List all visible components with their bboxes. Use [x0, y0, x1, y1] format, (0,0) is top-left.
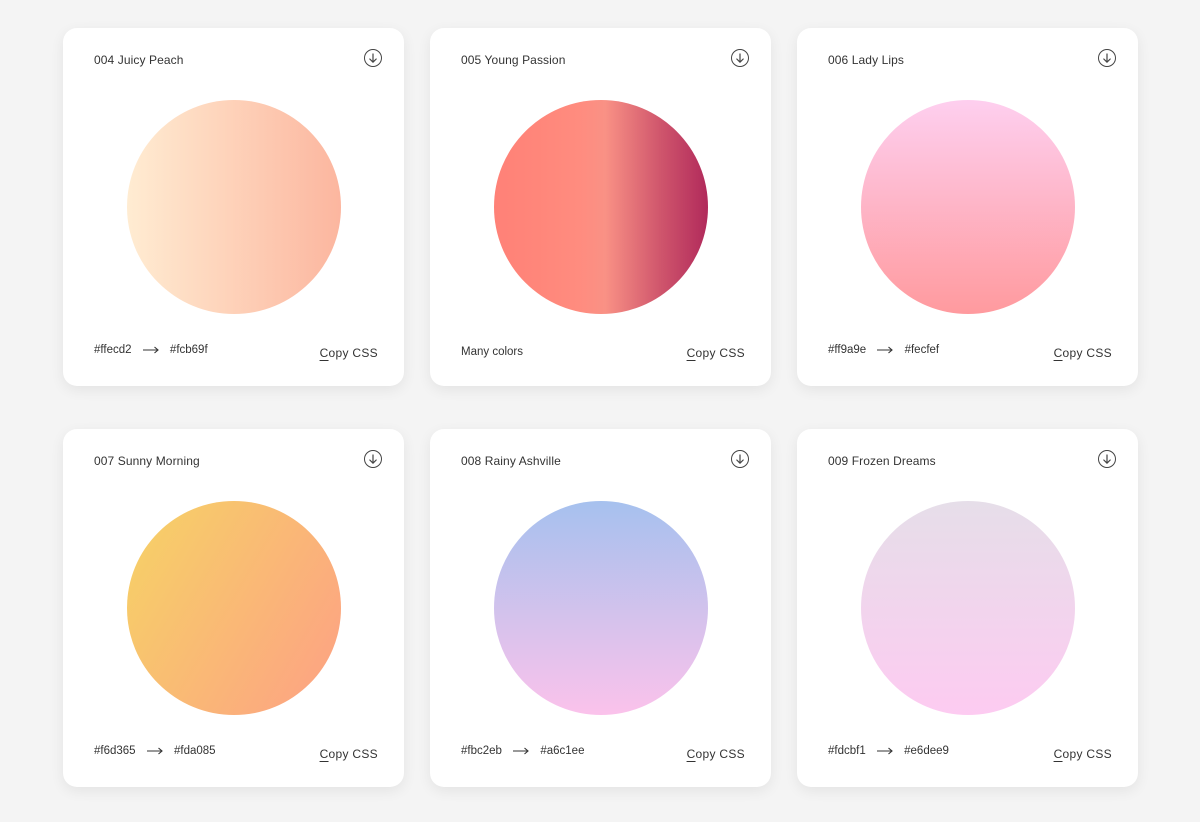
arrow-right-icon — [876, 747, 893, 755]
arrow-right-icon — [142, 346, 159, 354]
color-stops: #fbc2eb #a6c1ee — [461, 745, 584, 757]
card-title: 007 Sunny Morning — [94, 454, 200, 468]
card-title: 004 Juicy Peach — [94, 53, 184, 67]
copy-css-button[interactable]: Copy CSS — [687, 346, 745, 360]
color-to: #a6c1ee — [540, 745, 585, 757]
download-icon[interactable] — [731, 49, 749, 67]
color-from: #fdcbf1 — [828, 745, 866, 757]
color-from: #fbc2eb — [461, 745, 502, 757]
download-icon[interactable] — [731, 450, 749, 468]
color-to: #e6dee9 — [904, 745, 949, 757]
copy-css-button[interactable]: Copy CSS — [320, 747, 378, 761]
gradient-swatch[interactable] — [494, 100, 708, 314]
card-title: 006 Lady Lips — [828, 53, 905, 67]
color-from: #f6d365 — [94, 745, 136, 757]
gradient-swatch[interactable] — [861, 100, 1075, 314]
card-title: 009 Frozen Dreams — [828, 454, 936, 468]
color-stops: #ffecd2 #fcb69f — [94, 344, 208, 356]
gradient-card: 006 Lady Lips #ff9a9e #fecfef Copy CSS — [797, 28, 1138, 386]
color-to: #fcb69f — [169, 344, 208, 356]
color-stops: Many colors — [461, 346, 523, 358]
color-stops: #ff9a9e #fecfef — [828, 344, 939, 356]
download-icon[interactable] — [364, 49, 382, 67]
card-title: 008 Rainy Ashville — [461, 454, 561, 468]
gradient-card: 009 Frozen Dreams #fdcbf1 #e6dee9 Copy C… — [797, 429, 1138, 787]
many-colors-label: Many colors — [461, 346, 523, 358]
gradient-card: 005 Young Passion Many colors Copy CSS — [430, 28, 771, 386]
color-from: #ff9a9e — [828, 344, 867, 356]
download-icon[interactable] — [1098, 49, 1116, 67]
copy-css-button[interactable]: Copy CSS — [687, 747, 745, 761]
color-to: #fecfef — [904, 344, 940, 356]
gradient-card: 004 Juicy Peach #ffecd2 #fcb69f Copy CSS — [63, 28, 404, 386]
card-title: 005 Young Passion — [461, 53, 566, 67]
gradient-card: 007 Sunny Morning #f6d365 #fda085 Copy C… — [63, 429, 404, 787]
color-to: #fda085 — [173, 745, 216, 757]
color-stops: #f6d365 #fda085 — [94, 745, 216, 757]
gradient-swatch[interactable] — [861, 501, 1075, 715]
arrow-right-icon — [877, 346, 894, 354]
gradient-card: 008 Rainy Ashville #fbc2eb #a6c1ee Copy … — [430, 429, 771, 787]
copy-css-button[interactable]: Copy CSS — [320, 346, 378, 360]
gradient-grid: 004 Juicy Peach #ffecd2 #fcb69f Copy CSS… — [0, 0, 1200, 822]
color-from: #ffecd2 — [94, 344, 132, 356]
color-stops: #fdcbf1 #e6dee9 — [828, 745, 949, 757]
gradient-swatch[interactable] — [127, 100, 341, 314]
copy-css-button[interactable]: Copy CSS — [1054, 747, 1112, 761]
gradient-swatch[interactable] — [494, 501, 708, 715]
arrow-right-icon — [146, 747, 163, 755]
gradient-swatch[interactable] — [127, 501, 341, 715]
copy-css-button[interactable]: Copy CSS — [1054, 346, 1112, 360]
download-icon[interactable] — [1098, 450, 1116, 468]
download-icon[interactable] — [364, 450, 382, 468]
arrow-right-icon — [513, 747, 529, 755]
